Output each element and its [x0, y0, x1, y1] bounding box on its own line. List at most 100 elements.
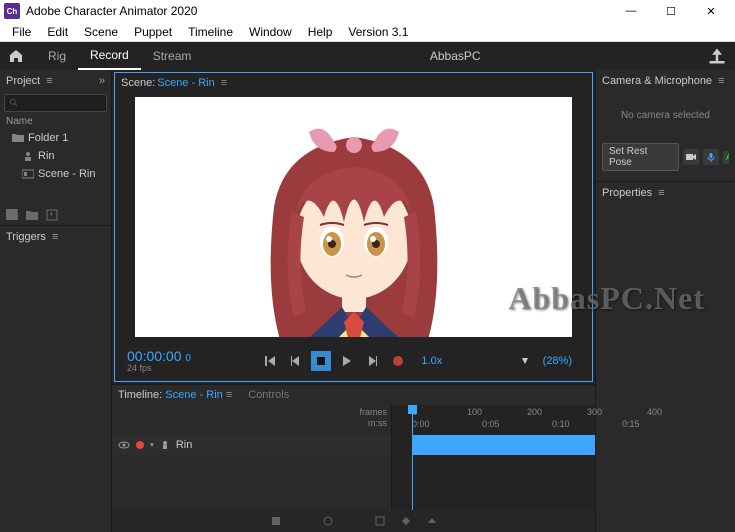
zoom-level[interactable]: (28%) — [543, 355, 572, 367]
project-menu-icon[interactable]: ≡ — [46, 75, 52, 87]
timeline-ruler[interactable]: 0 100 200 300 400 0:00 0:05 0:10 0:15 — [392, 405, 595, 435]
scene-label: Scene: — [121, 77, 155, 89]
triggers-panel: Triggers ≡ — [0, 225, 111, 532]
window-titlebar: Ch Adobe Character Animator 2020 — ☐ ✕ — [0, 0, 735, 22]
controls-tab[interactable]: Controls — [248, 389, 289, 401]
mic-icon — [706, 152, 716, 162]
menu-file[interactable]: File — [4, 25, 39, 39]
properties-title: Properties — [602, 187, 652, 199]
visibility-icon[interactable] — [118, 439, 130, 451]
record-button[interactable] — [387, 350, 409, 372]
triggers-title: Triggers — [6, 231, 46, 243]
menu-window[interactable]: Window — [241, 25, 300, 39]
playback-speed[interactable]: 1.0x — [421, 355, 442, 367]
tool-icon[interactable] — [296, 515, 308, 527]
arm-record-icon[interactable] — [136, 441, 144, 449]
project-panel-header: Project ≡ » — [0, 70, 111, 92]
left-sidebar: Project ≡ » Name Folder 1 Rin Sce — [0, 70, 112, 532]
timeline-header: Timeline: Scene - Rin ≡ Controls — [112, 385, 595, 405]
scene-panel-header: Scene: Scene - Rin ≡ — [115, 73, 592, 93]
timeline-tab[interactable]: Timeline: Scene - Rin ≡ — [118, 389, 232, 401]
track-name: Rin — [176, 439, 193, 451]
menu-version[interactable]: Version 3.1 — [340, 25, 416, 39]
project-search[interactable] — [4, 94, 107, 112]
scene-name[interactable]: Scene - Rin — [157, 77, 214, 89]
camera-empty-state: No camera selected — [596, 92, 735, 139]
camera-toggle-button[interactable] — [683, 149, 699, 165]
right-sidebar: Camera & Microphone ≡ No camera selected… — [595, 70, 735, 532]
timeline-panel: Timeline: Scene - Rin ≡ Controls frames … — [112, 384, 595, 532]
tool-icon[interactable] — [348, 515, 360, 527]
triggers-menu-icon[interactable]: ≡ — [52, 231, 58, 243]
project-item-puppet[interactable]: Rin — [0, 147, 111, 165]
workspace-tabs: Rig Record Stream AbbasPC — [0, 42, 735, 70]
puppet-track-icon — [160, 440, 170, 450]
close-button[interactable]: ✕ — [691, 0, 731, 22]
import-icon[interactable] — [46, 209, 58, 221]
timeline-tracks[interactable]: 0 100 200 300 400 0:00 0:05 0:10 0:15 — [392, 405, 595, 510]
track-row[interactable]: • Rin — [112, 435, 391, 455]
hand-tool-icon[interactable] — [519, 355, 531, 367]
properties-panel-header: Properties ≡ — [596, 181, 735, 203]
scene-icon — [22, 169, 34, 179]
search-icon — [9, 98, 19, 108]
tool-icon[interactable] — [322, 515, 334, 527]
tool-icon[interactable] — [426, 515, 438, 527]
playhead[interactable] — [412, 405, 413, 510]
tool-icon[interactable] — [374, 515, 386, 527]
menu-timeline[interactable]: Timeline — [180, 25, 241, 39]
play-button[interactable] — [335, 350, 357, 372]
timecode[interactable]: 00:00:00 0 24 fps — [127, 349, 191, 373]
tool-icon[interactable] — [400, 515, 412, 527]
project-expand-icon[interactable]: » — [99, 75, 105, 87]
maximize-button[interactable]: ☐ — [651, 0, 691, 22]
menu-scene[interactable]: Scene — [76, 25, 126, 39]
window-title: Adobe Character Animator 2020 — [26, 4, 611, 18]
camera-icon — [686, 152, 696, 162]
home-icon[interactable] — [8, 48, 24, 64]
goto-start-button[interactable] — [259, 350, 281, 372]
puppet-icon — [22, 151, 34, 161]
camera-panel-header: Camera & Microphone ≡ — [596, 70, 735, 92]
set-rest-pose-button[interactable]: Set Rest Pose — [602, 143, 679, 171]
folder-icon — [12, 133, 24, 143]
mic-toggle-button[interactable] — [703, 149, 719, 165]
menu-help[interactable]: Help — [300, 25, 341, 39]
stop-button[interactable] — [311, 351, 331, 371]
audio-level-indicator: Audio Level Too Lo — [723, 151, 729, 164]
camera-menu-icon[interactable]: ≡ — [718, 75, 724, 87]
project-panel-title: Project — [6, 75, 40, 87]
share-icon[interactable] — [707, 46, 727, 66]
project-toolbar — [0, 205, 111, 225]
menu-puppet[interactable]: Puppet — [126, 25, 180, 39]
timeline-clip[interactable] — [412, 435, 595, 455]
camera-panel-title: Camera & Microphone — [602, 75, 712, 87]
timeline-track-list: frames m:ss • Rin — [112, 405, 392, 510]
step-back-button[interactable] — [285, 350, 307, 372]
tab-stream[interactable]: Stream — [141, 42, 204, 70]
tab-record[interactable]: Record — [78, 42, 141, 70]
menubar: File Edit Scene Puppet Timeline Window H… — [0, 22, 735, 42]
scene-menu-icon[interactable]: ≡ — [221, 77, 227, 89]
minimize-button[interactable]: — — [611, 0, 651, 22]
scene-panel: Scene: Scene - Rin ≡ — [114, 72, 593, 382]
character-puppet — [224, 117, 484, 337]
clapper-icon[interactable] — [6, 209, 18, 221]
center-column: Scene: Scene - Rin ≡ — [112, 70, 595, 532]
project-item-folder[interactable]: Folder 1 — [0, 129, 111, 147]
transport-bar: 00:00:00 0 24 fps 1.0x (28%) — [115, 341, 592, 381]
project-tree: Folder 1 Rin Scene - Rin — [0, 129, 111, 183]
step-forward-button[interactable] — [361, 350, 383, 372]
new-folder-icon[interactable] — [26, 209, 38, 221]
scene-viewport[interactable] — [135, 97, 572, 337]
project-name-column: Name — [0, 114, 111, 129]
tab-rig[interactable]: Rig — [36, 42, 78, 70]
timeline-toolbar — [112, 510, 595, 532]
app-icon: Ch — [4, 3, 20, 19]
menu-edit[interactable]: Edit — [39, 25, 76, 39]
properties-menu-icon[interactable]: ≡ — [658, 187, 664, 199]
tool-icon[interactable] — [270, 515, 282, 527]
project-item-scene[interactable]: Scene - Rin — [0, 165, 111, 183]
workspace-label: AbbasPC — [430, 49, 481, 63]
triggers-panel-header: Triggers ≡ — [0, 226, 111, 248]
